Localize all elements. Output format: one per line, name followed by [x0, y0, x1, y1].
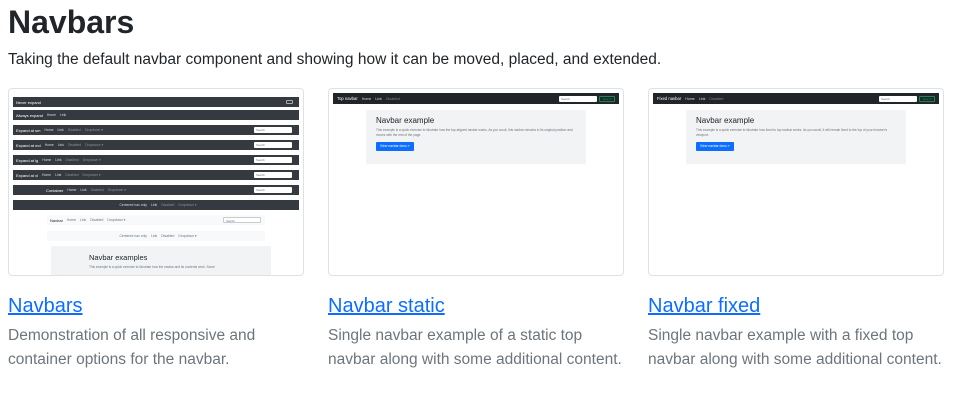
preview-navbar: Fixed navbar Home Link Disabled Search S… — [653, 93, 939, 104]
preview-link: Home — [44, 143, 54, 147]
section-title: Navbars — [8, 4, 135, 40]
preview-heading: Navbar example — [376, 116, 435, 125]
preview-link: Home — [685, 96, 695, 101]
thumbnail-navbars[interactable]: Never expand Always expand Home Link Expand … — [8, 88, 304, 276]
preview-brand: Fixed navbar — [657, 96, 682, 101]
preview-link: Home — [67, 188, 77, 192]
preview-heading: Navbar example — [696, 116, 755, 125]
preview-search-input: Search — [223, 217, 261, 223]
preview-link: Link — [150, 234, 158, 238]
preview-search-input: Search — [879, 95, 917, 102]
preview-brand: Container — [46, 187, 64, 193]
preview-link: Disabled — [161, 203, 175, 207]
thumbnail-navbar-static[interactable]: Top navbar Home Link Disabled Search Sea… — [328, 88, 624, 276]
preview-navbar-row: Navbar Home Link Disabled Dropdown ▾ Search — [47, 215, 265, 225]
preview-link: Link — [79, 218, 87, 222]
example-card-navbar-static: Top navbar Home Link Disabled Search Sea… — [328, 88, 624, 372]
preview-link: Disabled — [67, 128, 81, 132]
preview-heading: Navbar examples — [89, 253, 148, 262]
preview-brand: Expand at md — [16, 142, 41, 148]
preview-link: Link — [375, 96, 382, 101]
preview-link: Dropdown ▾ — [82, 173, 101, 177]
preview-link: Disabled — [709, 96, 724, 101]
card-description: Single navbar example with a fixed top n… — [648, 327, 942, 368]
preview-link: Home — [42, 158, 52, 162]
preview-brand: Never expand — [16, 99, 41, 105]
preview-navbar-row: Always expand Home Link — [13, 110, 299, 120]
preview-navbar: Top navbar Home Link Disabled Search Sea… — [333, 93, 619, 104]
preview-link: Link — [80, 188, 87, 192]
preview-search-button: Search — [919, 95, 935, 102]
preview-navbar-row: Centered nav only Link Disabled Dropdown ▾ — [13, 200, 299, 210]
preview-navbar-row: Expand at md Home Link Disabled Dropdown ▾ Se… — [13, 140, 299, 150]
preview-docs-button: View navbar docs » — [376, 142, 414, 151]
preview-link: Link — [59, 113, 67, 117]
preview-link: Link — [55, 158, 62, 162]
preview-link: Centered nav only — [119, 234, 147, 238]
preview-link: Disabled — [67, 143, 82, 147]
preview-link: Centered nav only — [119, 203, 147, 207]
preview-search-input: Search — [254, 172, 292, 178]
preview-link: Home — [66, 218, 76, 222]
preview-jumbotron: Navbar examples This example is a quick e… — [51, 246, 271, 275]
preview-link: Dropdown ▾ — [178, 234, 197, 238]
card-description: Single navbar example of a static top na… — [328, 327, 622, 368]
preview-link: Disabled — [65, 173, 79, 177]
preview-text: This example is a quick exercise to illu… — [696, 128, 888, 137]
preview-link: Dropdown ▾ — [107, 218, 126, 222]
card-title-link[interactable]: Navbar static — [328, 294, 624, 318]
preview-jumbotron: Navbar example This example is a quick e… — [686, 110, 906, 164]
preview-brand: Expand at sm — [16, 127, 41, 133]
hamburger-icon — [286, 100, 293, 104]
preview-link: Disabled — [385, 96, 400, 101]
preview-link: Link — [150, 203, 158, 207]
preview-search-button: Search — [599, 95, 615, 102]
preview-brand: Expand at lg — [16, 157, 39, 163]
preview-text: This example is a quick exercise to illu… — [376, 128, 573, 137]
preview-link: Home — [42, 173, 52, 177]
preview-search-input: Search — [254, 157, 292, 163]
preview-brand: Always expand — [16, 112, 43, 118]
preview-link: Dropdown ▾ — [107, 188, 126, 192]
preview-link: Link — [698, 96, 706, 101]
thumbnail-navbar-fixed[interactable]: Fixed navbar Home Link Disabled Search S… — [648, 88, 944, 276]
preview-navbar-row: Expand at lg Home Link Disabled Dropdown ▾ Se… — [13, 155, 299, 165]
preview-link: Dropdown ▾ — [178, 203, 197, 207]
preview-navbar-row: Expand at xl Home Link Disabled Dropdown ▾ Se… — [13, 170, 299, 180]
preview-navbar-row: Expand at sm Home Link Disabled Dropdown ▾ Se… — [13, 125, 299, 135]
preview-search-input: Search — [254, 142, 292, 148]
preview-brand: Top navbar — [337, 96, 358, 101]
preview-navbar-row: Never expand — [13, 97, 299, 107]
preview-link: Link — [57, 128, 64, 132]
preview-navbar-row: Centered nav only Link Disabled Dropdown ▾ — [47, 231, 265, 241]
preview-link: Disabled — [90, 218, 104, 222]
thumbnail-preview: Never expand Always expand Home Link Expand … — [13, 93, 299, 275]
preview-link: Dropdown ▾ — [85, 143, 104, 147]
card-description: Demonstration of all responsive and cont… — [8, 327, 256, 368]
preview-link: Link — [57, 143, 64, 147]
preview-brand: Navbar — [50, 217, 63, 223]
preview-brand: Expand at xl — [16, 172, 39, 178]
preview-link: Home — [361, 96, 372, 101]
preview-link: Disabled — [161, 234, 175, 238]
preview-search-input: Search — [254, 127, 292, 133]
preview-link: Dropdown ▾ — [82, 158, 101, 162]
preview-search-input: Search — [559, 95, 597, 102]
preview-link: Home — [46, 113, 56, 117]
preview-link: Dropdown ▾ — [84, 128, 104, 132]
card-title-link[interactable]: Navbar fixed — [648, 294, 944, 318]
preview-navbar-row: Container Home Link Disabled Dropdown ▾ Searc… — [13, 185, 299, 195]
preview-jumbotron: Navbar example This example is a quick e… — [366, 110, 586, 164]
preview-text: This example is a quick exercise to illu… — [89, 265, 215, 269]
section-lead: Taking the default navbar component and … — [8, 51, 662, 68]
example-card-navbars: Never expand Always expand Home Link Expand … — [8, 88, 304, 372]
preview-search-input: Search — [254, 187, 292, 193]
example-card-navbar-fixed: Fixed navbar Home Link Disabled Search S… — [648, 88, 944, 372]
preview-link: Home — [44, 128, 54, 132]
preview-link: Link — [55, 173, 62, 177]
card-title-link[interactable]: Navbars — [8, 294, 304, 318]
preview-docs-button: View navbar docs » — [696, 142, 734, 151]
preview-link: Disabled — [65, 158, 79, 162]
preview-link: Disabled — [90, 188, 104, 192]
